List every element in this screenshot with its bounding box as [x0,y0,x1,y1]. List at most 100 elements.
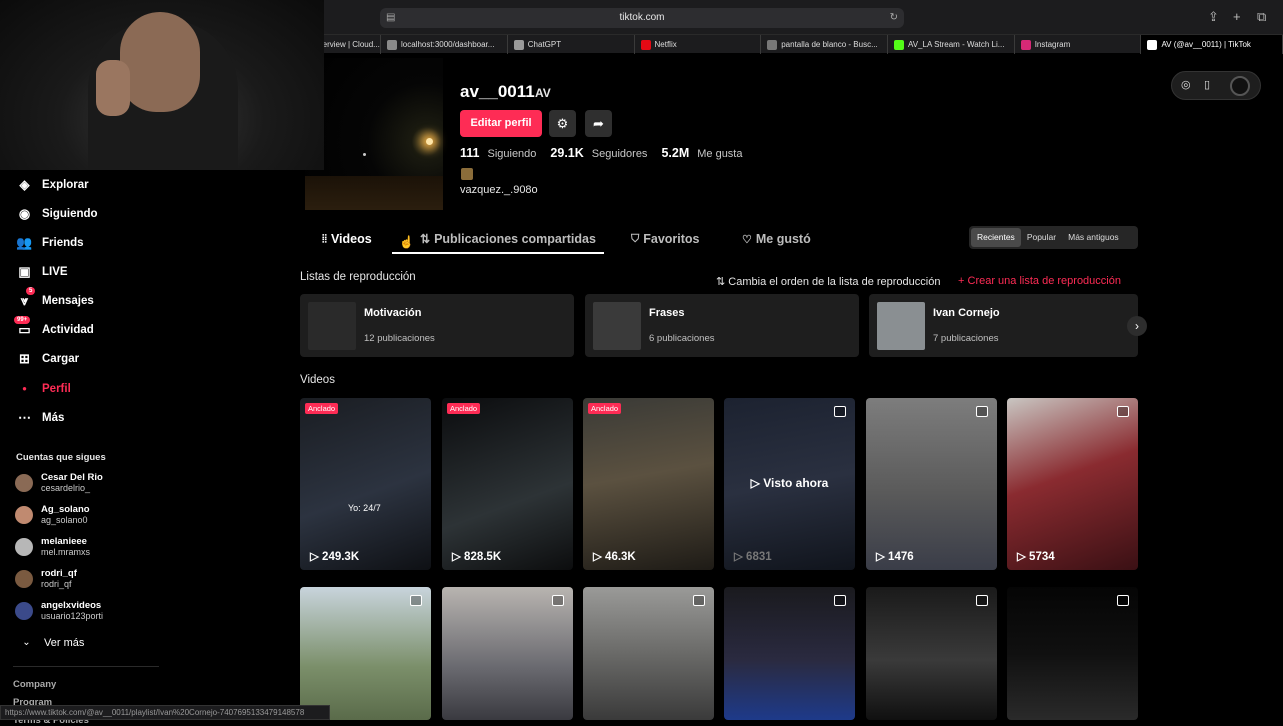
tab-favorites[interactable]: ⛉ Favoritos [631,232,700,246]
sidebar-item-label: Perfil [42,382,71,395]
playlist-thumbnail [877,302,925,350]
video-thumbnail[interactable] [442,587,573,720]
video-thumbnail[interactable]: ▷ Visto ahora ▷ 6831 [724,398,855,570]
video-thumbnail[interactable] [866,587,997,720]
video-thumbnail[interactable]: Anclado ▷ 828.5K [442,398,573,570]
page-icon: ▤ [386,12,396,23]
video-thumbnail[interactable]: Anclado ▷ 46.3K [583,398,714,570]
more-icon: ⋯ [18,409,31,425]
see-more-button[interactable]: ⌄ Ver más [18,634,84,651]
following-count[interactable]: 111 [460,146,479,160]
tab-favorites-label: Favoritos [643,232,700,246]
playlist-card[interactable]: Ivan Cornejo 7 publicaciones [869,294,1138,357]
followers-count[interactable]: 29.1K [550,146,583,160]
avatar [15,506,33,524]
following-account[interactable]: Cesar Del Rio cesardelrio_ [15,472,103,494]
playlist-name: Motivación [364,307,422,319]
mobile-icon[interactable]: ▯ [1204,78,1210,91]
account-name: melanieee [41,536,87,547]
tab-label: erview | Cloud... [322,40,380,49]
video-thumbnail[interactable] [300,587,431,720]
video-thumbnail[interactable] [1007,587,1138,720]
followers-label[interactable]: Seguidores [592,148,648,160]
gallery-icon [693,595,705,606]
sidebar-item-more[interactable]: ⋯ Más [16,409,64,426]
new-tab-icon[interactable]: + [1233,9,1241,24]
gallery-icon [834,595,846,606]
sidebar-item-upload[interactable]: ⊞ Cargar [16,350,79,367]
playlist-card[interactable]: Frases 6 publicaciones [585,294,859,357]
browser-tab[interactable]: ChatGPT [508,35,635,54]
account-text: Ag_solano ag_solano0 [41,504,90,526]
browser-tab[interactable]: erview | Cloud... [317,35,382,54]
watched-overlay: ▷ Visto ahora [724,476,855,490]
gear-icon: ⚙ [556,115,569,131]
sidebar-item-compass[interactable]: ◈ Explorar [16,176,89,193]
video-thumbnail[interactable]: ▷ 5734 [1007,398,1138,570]
sidebar-item-live[interactable]: ▣ LIVE [16,263,67,280]
tab-label: ChatGPT [527,40,562,49]
chevron-right-icon[interactable]: › [1127,316,1147,336]
video-thumbnail[interactable] [724,587,855,720]
play-icon: ▷ [750,476,764,490]
sidebar-item-label: Más [42,411,65,424]
following-account[interactable]: melanieee mel.mramxs [15,536,90,558]
sidebar-item-friends[interactable]: 👥 Friends [16,234,83,251]
share-icon[interactable]: ⇪ [1208,9,1219,25]
settings-button[interactable]: ⚙ [549,110,576,137]
following-label[interactable]: Siguiendo [487,148,536,160]
following-account[interactable]: rodri_qf rodri_qf [15,568,77,590]
reorder-label: Cambia el orden de la lista de reproducc… [728,276,941,288]
sidebar-item-profile[interactable]: ● Perfil [16,380,71,397]
following-account[interactable]: angelxvideos usuario123porti [15,600,103,622]
browser-tab[interactable]: localhost:3000/dashboar... [381,35,508,54]
following-account[interactable]: Ag_solano ag_solano0 [15,504,90,526]
browser-tab[interactable]: Instagram [1015,35,1142,54]
sidebar-item-messages[interactable]: ⩔ 5 Mensajes [16,287,94,309]
sort-oldest[interactable]: Más antiguos [1062,228,1125,247]
playlist-card[interactable]: Motivación 12 publicaciones [300,294,574,357]
share-profile-button[interactable]: ➦ [585,110,612,137]
play-icon: ▷ [310,551,323,563]
cursor-pointer-icon: ☝ [399,235,414,249]
gallery-icon [552,595,564,606]
tab-reposts[interactable]: ⇅ Publicaciones compartidas [420,232,596,246]
sidebar-item-activity[interactable]: ▭ 99+ Actividad [14,316,94,338]
reload-icon[interactable]: ↻ [890,8,898,28]
reorder-playlists-button[interactable]: ⇅ Cambia el orden de la lista de reprodu… [716,275,940,288]
view-count: ▷ 828.5K [452,549,501,563]
webcam-overlay [0,0,324,170]
profile-avatar[interactable] [305,58,443,210]
tab-videos[interactable]: ⦙⦙ Videos [322,232,372,246]
sort-popular[interactable]: Popular [1021,228,1062,247]
browser-tab[interactable]: AV (@av__0011) | TikTok [1141,35,1283,54]
account-name: Cesar Del Rio [41,472,103,483]
sidebar-divider [13,666,159,667]
tab-label: Netflix [654,40,677,49]
account-handle: usuario123porti [41,611,104,621]
edit-profile-button[interactable]: Editar perfil [460,110,542,137]
repost-icon: ⇅ [420,232,431,246]
user-avatar[interactable] [1230,76,1250,96]
video-thumbnail[interactable]: ▷ 1476 [866,398,997,570]
browser-tab[interactable]: AV_LA Stream - Watch Li... [888,35,1015,54]
sidebar-item-following[interactable]: ◉ Siguiendo [16,205,98,222]
address-bar[interactable]: ▤ tiktok.com ↻ [380,8,904,28]
browser-tab[interactable]: pantalla de blanco - Busc... [761,35,888,54]
account-text: angelxvideos usuario123porti [41,600,103,622]
tab-liked[interactable]: ♡ Me gustó [742,232,811,246]
browser-tab[interactable]: Netflix [635,35,762,54]
sort-recent[interactable]: Recientes [971,228,1021,247]
video-thumbnail[interactable]: Anclado Yo: 24/7 ▷ 249.3K [300,398,431,570]
following-icon: ◉ [18,205,31,221]
create-playlist-button[interactable]: + Crear una lista de reproducción [958,275,1121,287]
playlist-name: Frases [649,307,685,319]
video-thumbnail[interactable] [583,587,714,720]
view-count: ▷ 6831 [734,549,772,563]
notification-badge: 5 [26,287,36,295]
compass-icon: ◈ [19,176,30,192]
account-handle: ag_solano0 [41,515,88,525]
settings-circle-icon[interactable]: ◎ [1181,78,1191,91]
footer-company[interactable]: Company [13,679,56,690]
tab-overview-icon[interactable]: ⧉ [1257,9,1266,25]
